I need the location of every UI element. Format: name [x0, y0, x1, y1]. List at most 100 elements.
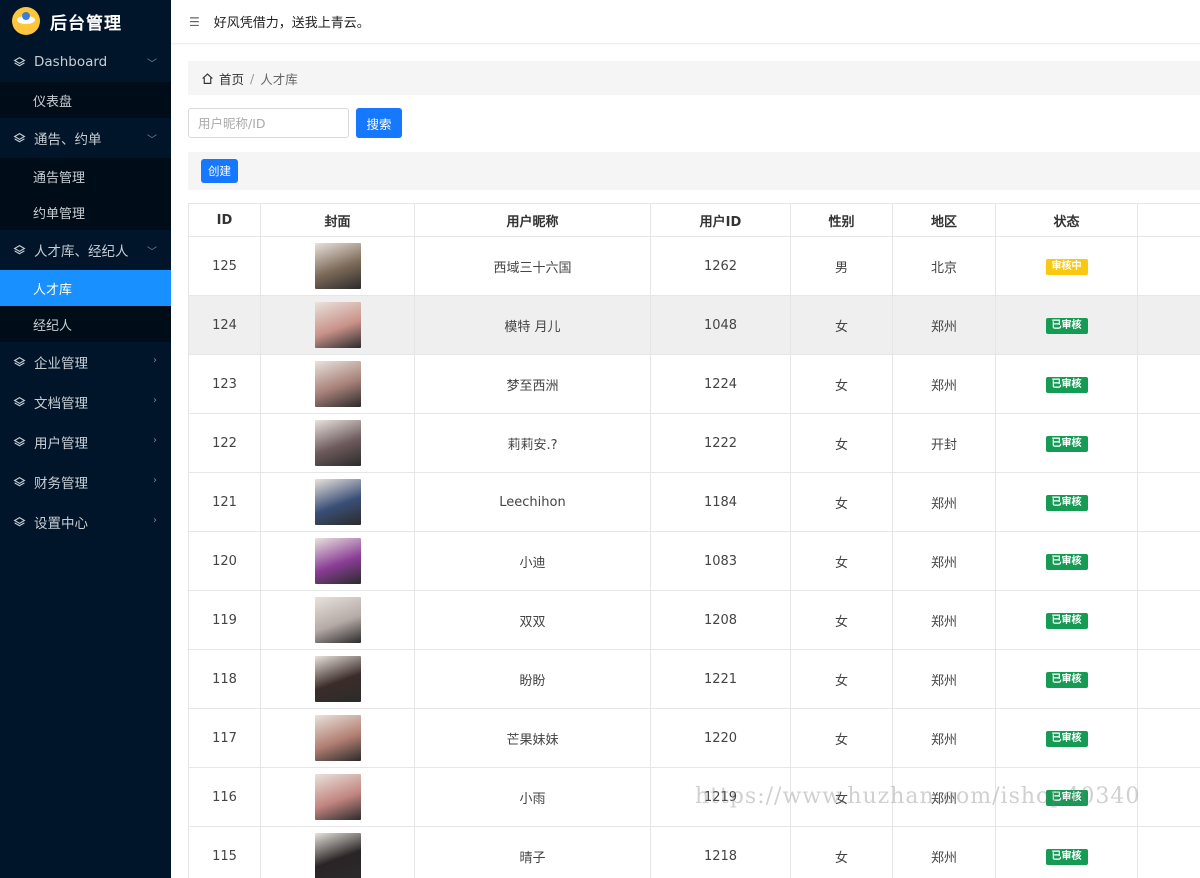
- sidebar-group-label: 财务管理: [34, 476, 88, 492]
- cell-nickname: 小迪: [414, 531, 651, 591]
- cover-thumbnail[interactable]: [314, 243, 361, 289]
- cell-cover: [260, 590, 415, 650]
- cell-user-id: 1262: [650, 236, 791, 296]
- table-row[interactable]: 122 莉莉安.? 1222 女开封 已审核: [188, 413, 1200, 473]
- sidebar-group-2[interactable]: 人才库、经纪人 ﹀: [0, 230, 171, 270]
- cell-status: 已审核: [995, 590, 1138, 650]
- cell-user-id: 1219: [650, 767, 791, 827]
- cell-nickname: 模特 月儿: [414, 295, 651, 355]
- cell-nickname: 西域三十六国: [414, 236, 651, 296]
- layers-icon: [12, 515, 26, 529]
- breadcrumb-current: 人才库: [260, 71, 298, 87]
- cell-gender: 女: [790, 767, 893, 827]
- sidebar-group-6[interactable]: 财务管理 ›: [0, 462, 171, 502]
- cell-cover: [260, 472, 415, 532]
- table-row[interactable]: 117 芒果妹妹 1220 女郑州 已审核: [188, 708, 1200, 768]
- cell-extra: [1137, 590, 1200, 650]
- cell-extra: [1137, 826, 1200, 878]
- column-header: 封面: [260, 203, 415, 237]
- chevron-right-icon: ›: [153, 395, 157, 406]
- cover-thumbnail[interactable]: [314, 656, 361, 702]
- cover-thumbnail[interactable]: [314, 833, 361, 878]
- cover-thumbnail[interactable]: [314, 538, 361, 584]
- sidebar-group-label: 通告、约单: [34, 132, 102, 148]
- cell-status: 已审核: [995, 826, 1138, 878]
- cell-nickname: 双双: [414, 590, 651, 650]
- cover-thumbnail[interactable]: [314, 420, 361, 466]
- search-input[interactable]: [188, 108, 349, 138]
- table-row[interactable]: 125 西域三十六国 1262 男北京 审核中: [188, 236, 1200, 296]
- cell-user-id: 1221: [650, 649, 791, 709]
- cell-gender: 女: [790, 590, 893, 650]
- table-row[interactable]: 121 Leechihon 1184 女郑州 已审核: [188, 472, 1200, 532]
- cell-gender: 女: [790, 354, 893, 414]
- column-header: ID: [188, 203, 261, 237]
- sidebar-item[interactable]: 经纪人: [0, 306, 171, 342]
- column-header: 状态: [995, 203, 1138, 237]
- cell-id: 115: [188, 826, 261, 878]
- cell-status: 已审核: [995, 295, 1138, 355]
- cell-cover: [260, 295, 415, 355]
- sidebar-group-0[interactable]: Dashboard ﹀: [0, 42, 171, 82]
- cell-cover: [260, 531, 415, 591]
- cell-user-id: 1218: [650, 826, 791, 878]
- status-badge: 已审核: [1045, 494, 1088, 511]
- cell-cover: [260, 708, 415, 768]
- sidebar-item[interactable]: 约单管理: [0, 194, 171, 230]
- cover-thumbnail[interactable]: [314, 302, 361, 348]
- cell-id: 123: [188, 354, 261, 414]
- cell-user-id: 1208: [650, 590, 791, 650]
- table-row[interactable]: 124 模特 月儿 1048 女郑州 已审核: [188, 295, 1200, 355]
- logo[interactable]: 后台管理: [0, 0, 171, 42]
- cell-user-id: 1220: [650, 708, 791, 768]
- cover-thumbnail[interactable]: [314, 715, 361, 761]
- table-row[interactable]: 116 小雨 1219 女郑州 已审核: [188, 767, 1200, 827]
- create-button[interactable]: 创建: [201, 159, 238, 183]
- table-row[interactable]: 123 梦至西洲 1224 女郑州 已审核: [188, 354, 1200, 414]
- sidebar-item[interactable]: 人才库: [0, 270, 171, 306]
- sidebar-group-7[interactable]: 设置中心 ›: [0, 502, 171, 542]
- cell-gender: 女: [790, 649, 893, 709]
- sidebar-menu: Dashboard ﹀ 仪表盘通告、约单 ﹀ 通告管理 约单管理人才库、经纪人 ﹀ 人才库 经纪…: [0, 42, 171, 542]
- cell-gender: 女: [790, 708, 893, 768]
- sidebar-group-1[interactable]: 通告、约单 ﹀: [0, 118, 171, 158]
- table-row[interactable]: 119 双双 1208 女郑州 已审核: [188, 590, 1200, 650]
- cover-thumbnail[interactable]: [314, 597, 361, 643]
- app-title: 后台管理: [50, 13, 122, 34]
- cell-extra: [1137, 708, 1200, 768]
- cell-cover: [260, 767, 415, 827]
- chevron-down-icon: ﹀: [147, 135, 157, 146]
- status-badge: 已审核: [1045, 376, 1088, 393]
- cell-cover: [260, 826, 415, 878]
- sidebar-item[interactable]: 仪表盘: [0, 82, 171, 118]
- cell-gender: 女: [790, 413, 893, 473]
- cell-id: 117: [188, 708, 261, 768]
- menu-fold-icon[interactable]: ☰: [189, 15, 200, 29]
- table-row[interactable]: 115 晴子 1218 女郑州 已审核: [188, 826, 1200, 878]
- cell-region: 北京: [892, 236, 996, 296]
- search-button[interactable]: 搜索: [356, 108, 402, 138]
- column-header: 用户ID: [650, 203, 791, 237]
- cover-thumbnail[interactable]: [314, 361, 361, 407]
- chevron-down-icon: ﹀: [147, 247, 157, 258]
- sidebar-group-label: 人才库、经纪人: [34, 244, 129, 260]
- cover-thumbnail[interactable]: [314, 774, 361, 820]
- cell-user-id: 1083: [650, 531, 791, 591]
- cell-extra: [1137, 531, 1200, 591]
- sidebar-submenu: 仪表盘: [0, 82, 171, 118]
- sidebar-group-5[interactable]: 用户管理 ›: [0, 422, 171, 462]
- layers-icon: [12, 395, 26, 409]
- column-header: 地区: [892, 203, 996, 237]
- sidebar-item[interactable]: 通告管理: [0, 158, 171, 194]
- sidebar-group-label: 设置中心: [34, 516, 88, 532]
- table-row[interactable]: 118 盼盼 1221 女郑州 已审核: [188, 649, 1200, 709]
- sidebar-group-3[interactable]: 企业管理 ›: [0, 342, 171, 382]
- sidebar-group-4[interactable]: 文档管理 ›: [0, 382, 171, 422]
- cell-user-id: 1048: [650, 295, 791, 355]
- chevron-right-icon: ›: [153, 355, 157, 366]
- table-row[interactable]: 120 小迪 1083 女郑州 已审核: [188, 531, 1200, 591]
- status-badge: 已审核: [1045, 730, 1088, 747]
- home-icon: [202, 72, 213, 84]
- cover-thumbnail[interactable]: [314, 479, 361, 525]
- breadcrumb-home[interactable]: 首页: [201, 69, 244, 88]
